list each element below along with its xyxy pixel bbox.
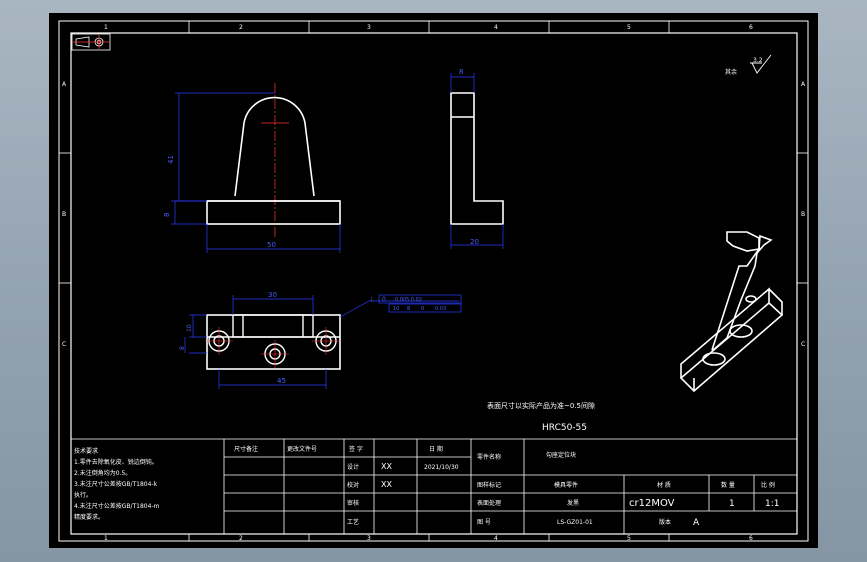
roughness-value: 3.2: [753, 57, 763, 64]
version-label: 版本: [659, 518, 671, 526]
title-block-text: 尺寸备注 更改文件号 签 字 日 期 设计 校对 审核 工艺 XX XX 202…: [234, 445, 779, 528]
checker: XX: [381, 480, 392, 489]
note-line: 1.零件去除氧化皮、锐边倒钝。: [74, 458, 158, 466]
zone-letter: B: [801, 211, 805, 218]
col-header: 日 期: [429, 445, 443, 453]
qty: 1: [729, 499, 735, 509]
row-label: 工艺: [347, 518, 359, 526]
zone-ticks: [59, 21, 808, 541]
material-label: 材 质: [657, 481, 671, 489]
zone-number: 6: [749, 24, 753, 31]
title-block-grid: [71, 438, 797, 534]
note-line: 精度要求。: [74, 513, 104, 521]
top-dimensions: [184, 295, 459, 389]
company-label: 零件名称: [477, 453, 501, 461]
technical-notes: 技术要求 1.零件去除氧化皮、锐边倒钝。 2.未注倒角均为0.5。 3.未注尺寸…: [74, 447, 160, 521]
tolerance-value: 0: [382, 296, 386, 303]
zone-letter: A: [62, 81, 67, 88]
annotation-note: 表面尺寸以实际产品为准~0.5间隙: [487, 401, 595, 410]
zone-number: 4: [494, 24, 498, 31]
zone-number: 5: [627, 535, 631, 542]
dim-front-width: 50: [267, 241, 276, 249]
tolerance-sub: 0: [421, 306, 424, 312]
material: cr12MOV: [629, 498, 675, 509]
row-label: 设计: [347, 463, 359, 471]
zone-number: 1: [104, 24, 108, 31]
zone-number: 5: [627, 24, 631, 31]
dim-top-length: 30: [268, 291, 277, 299]
zone-letter: B: [62, 211, 66, 218]
zone-number: 6: [749, 535, 753, 542]
front-dimensions: [171, 92, 341, 253]
version: A: [693, 518, 700, 528]
design-date: 2021/10/30: [424, 464, 459, 471]
dim-top-height-upper: 10: [186, 324, 193, 332]
zone-number: 4: [494, 535, 498, 542]
process-label: 表面处理: [477, 499, 501, 507]
note-line: 2.未注倒角均为0.5。: [74, 469, 131, 477]
dim-front-base-height: 8: [163, 213, 171, 217]
note-line: 4.未注尺寸公差按GB/T1804-m: [74, 502, 160, 510]
tolerance-symbol: ⊥: [369, 296, 374, 303]
tolerance-frame: ⊥ 0 0.005 0.02 10 8 0 0.03: [369, 294, 462, 313]
scale-label: 比 例: [761, 481, 775, 489]
col-header: 更改文件号: [287, 445, 317, 453]
zone-letter: C: [801, 341, 805, 348]
hardness: HRC50-55: [542, 423, 587, 433]
drawing-type-label: 图样标记: [477, 481, 501, 489]
scale: 1:1: [765, 499, 779, 509]
tolerance-sub: 10: [393, 306, 399, 312]
designer: XX: [381, 462, 392, 471]
drawing-no: LS-GZ01-01: [557, 519, 593, 526]
row-label: 校对: [347, 481, 359, 489]
drawing-type: 模具零件: [554, 481, 578, 489]
zone-letter: A: [801, 81, 806, 88]
process: 发黑: [567, 499, 579, 507]
qty-label: 数 量: [721, 481, 735, 489]
part-name: 勾座定位块: [546, 451, 576, 459]
dim-top-height-lower: 8: [179, 346, 186, 350]
roughness-label: 其余: [725, 68, 737, 76]
dim-front-height: 41: [167, 155, 175, 164]
zone-numbers-top: 1 2 3 4 5 6: [104, 24, 753, 31]
zone-number: 3: [367, 535, 371, 542]
dim-side-top-width: 8: [459, 68, 463, 76]
row-label: 审核: [347, 499, 359, 507]
zone-number: 2: [239, 24, 243, 31]
tolerance-sub: 8: [407, 306, 410, 312]
dim-side-base-width: 20: [470, 238, 479, 246]
drawing-no-label: 图 号: [477, 519, 491, 526]
zone-letter: C: [62, 341, 66, 348]
surface-roughness-symbol: 其余 3.2: [725, 54, 772, 76]
notes-title: 技术要求: [74, 447, 98, 455]
note-line: 3.未注尺寸公差按GB/T1804-k: [74, 480, 158, 488]
cad-viewport[interactable]: 1 2 3 4 5 6 1 2 3 4 5 6 A B C A B C 其余 3…: [49, 13, 818, 548]
tolerance-callout: 0.005 0.02: [395, 297, 422, 303]
side-dimensions: [450, 73, 504, 249]
projection-symbol-icon: [71, 33, 111, 51]
zone-number: 3: [367, 24, 371, 31]
col-header: 签 字: [349, 445, 363, 453]
dim-hole-spacing: 45: [277, 377, 286, 385]
isometric-view: [679, 231, 784, 393]
zone-number: 2: [239, 535, 243, 542]
outer-frame: [58, 20, 809, 542]
note-line: 执行。: [74, 491, 92, 499]
top-view: [205, 314, 341, 370]
col-header: 尺寸备注: [234, 445, 258, 453]
side-view: [450, 92, 504, 225]
tolerance-sub: 0.03: [435, 306, 446, 312]
inner-frame: [70, 32, 798, 535]
zone-letters: A B C A B C: [62, 81, 806, 348]
front-view: [206, 83, 341, 238]
zone-number: 1: [104, 535, 108, 542]
technical-drawing: 1 2 3 4 5 6 1 2 3 4 5 6 A B C A B C 其余 3…: [58, 20, 809, 542]
